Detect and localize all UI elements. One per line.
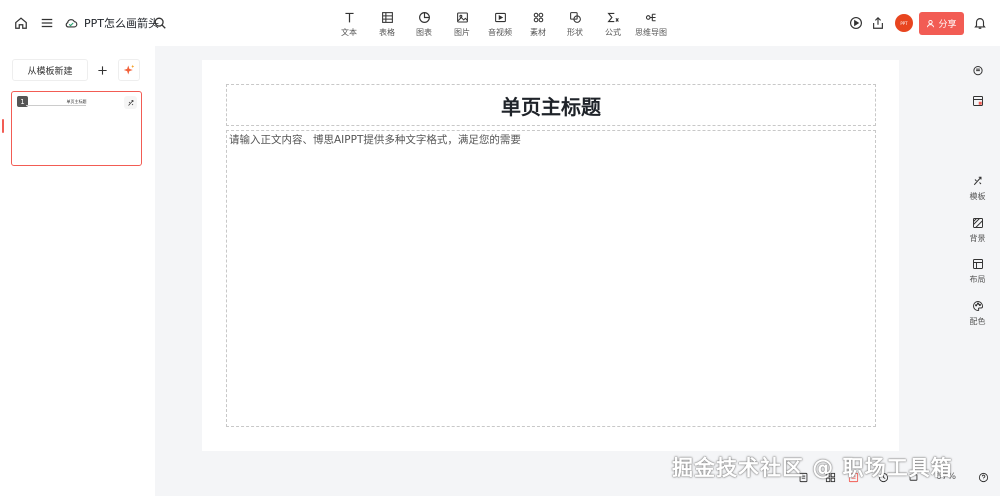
tool-mindmap[interactable]: 思维导图 <box>628 9 674 38</box>
slide-title[interactable]: 单页主标题 <box>226 84 876 126</box>
shape-icon <box>567 9 583 25</box>
text-icon <box>341 9 357 25</box>
tool-image-label: 图片 <box>454 28 470 37</box>
ai-generate-button[interactable] <box>118 59 140 81</box>
tool-formula-label: 公式 <box>605 28 621 37</box>
home-icon[interactable] <box>12 14 30 32</box>
slide-thumbnail-body <box>26 105 86 106</box>
table-icon <box>379 9 395 25</box>
mindmap-icon <box>643 9 659 25</box>
slide-list-panel: 从模板新建 1 单页主标题 <box>0 46 155 496</box>
help-icon[interactable] <box>976 470 990 484</box>
slide-canvas[interactable]: 单页主标题 请输入正文内容、博思AIPPT提供多种文字格式，满足您的需要 <box>202 60 899 451</box>
image-icon <box>454 9 470 25</box>
tool-assets-label: 素材 <box>530 28 546 37</box>
template-icon <box>971 174 985 188</box>
tool-media-label: 音视频 <box>488 28 512 37</box>
right-tool-rail: 模板 背景 布局 配色 <box>955 46 1000 496</box>
notes-icon <box>971 94 985 108</box>
slide-thumbnail[interactable]: 1 单页主标题 <box>11 91 142 166</box>
slide-body-text[interactable]: 请输入正文内容、博思AIPPT提供多种文字格式，满足您的需要 <box>226 130 876 427</box>
rail-layout-label: 布局 <box>969 275 986 284</box>
slide-template-icon[interactable] <box>124 96 137 109</box>
bell-icon[interactable] <box>971 14 989 32</box>
rail-background-label: 背景 <box>969 234 986 243</box>
rail-layout[interactable]: 布局 <box>955 257 1000 285</box>
play-icon[interactable] <box>847 14 865 32</box>
rail-notes[interactable] <box>955 94 1000 108</box>
menu-icon[interactable] <box>38 14 56 32</box>
rail-palette-label: 配色 <box>969 317 986 326</box>
add-slide-button[interactable] <box>91 59 113 81</box>
top-toolbar: PPT怎么画箭头 文本 表格 图表 图片 音视频 素材 形状 公式 思维导图 P… <box>0 0 1000 46</box>
tool-text-label: 文本 <box>341 28 357 37</box>
document-title[interactable]: PPT怎么画箭头 <box>84 15 159 31</box>
plus-icon <box>97 65 107 75</box>
sparkle-icon <box>123 64 135 75</box>
tool-mindmap-label: 思维导图 <box>635 28 667 37</box>
media-icon <box>492 9 508 25</box>
layout-icon <box>971 257 985 271</box>
assets-icon <box>530 9 546 25</box>
rail-palette[interactable]: 配色 <box>955 299 1000 327</box>
user-icon <box>927 19 935 28</box>
new-from-template-button[interactable]: 从模板新建 <box>12 59 88 81</box>
share-button[interactable]: 分享 <box>919 12 964 35</box>
rail-comment[interactable] <box>955 64 1000 78</box>
background-icon <box>971 216 985 230</box>
tool-table-label: 表格 <box>379 28 395 37</box>
tool-chart-label: 图表 <box>416 28 432 37</box>
watermark: 掘金技术社区 @ 职场工具箱 <box>672 456 953 480</box>
share-button-label: 分享 <box>938 20 957 30</box>
search-icon[interactable] <box>151 14 169 32</box>
formula-icon <box>605 9 621 25</box>
comment-icon <box>971 64 985 78</box>
rail-background[interactable]: 背景 <box>955 216 1000 244</box>
palette-icon <box>971 299 985 313</box>
export-icon[interactable] <box>869 14 887 32</box>
selected-slide-marker <box>2 119 4 133</box>
rail-template[interactable]: 模板 <box>955 174 1000 202</box>
cloud-saved-icon <box>62 14 80 32</box>
avatar[interactable]: PPT <box>895 14 913 32</box>
chart-icon <box>416 9 432 25</box>
rail-template-label: 模板 <box>969 192 986 201</box>
tool-shape-label: 形状 <box>567 28 583 37</box>
